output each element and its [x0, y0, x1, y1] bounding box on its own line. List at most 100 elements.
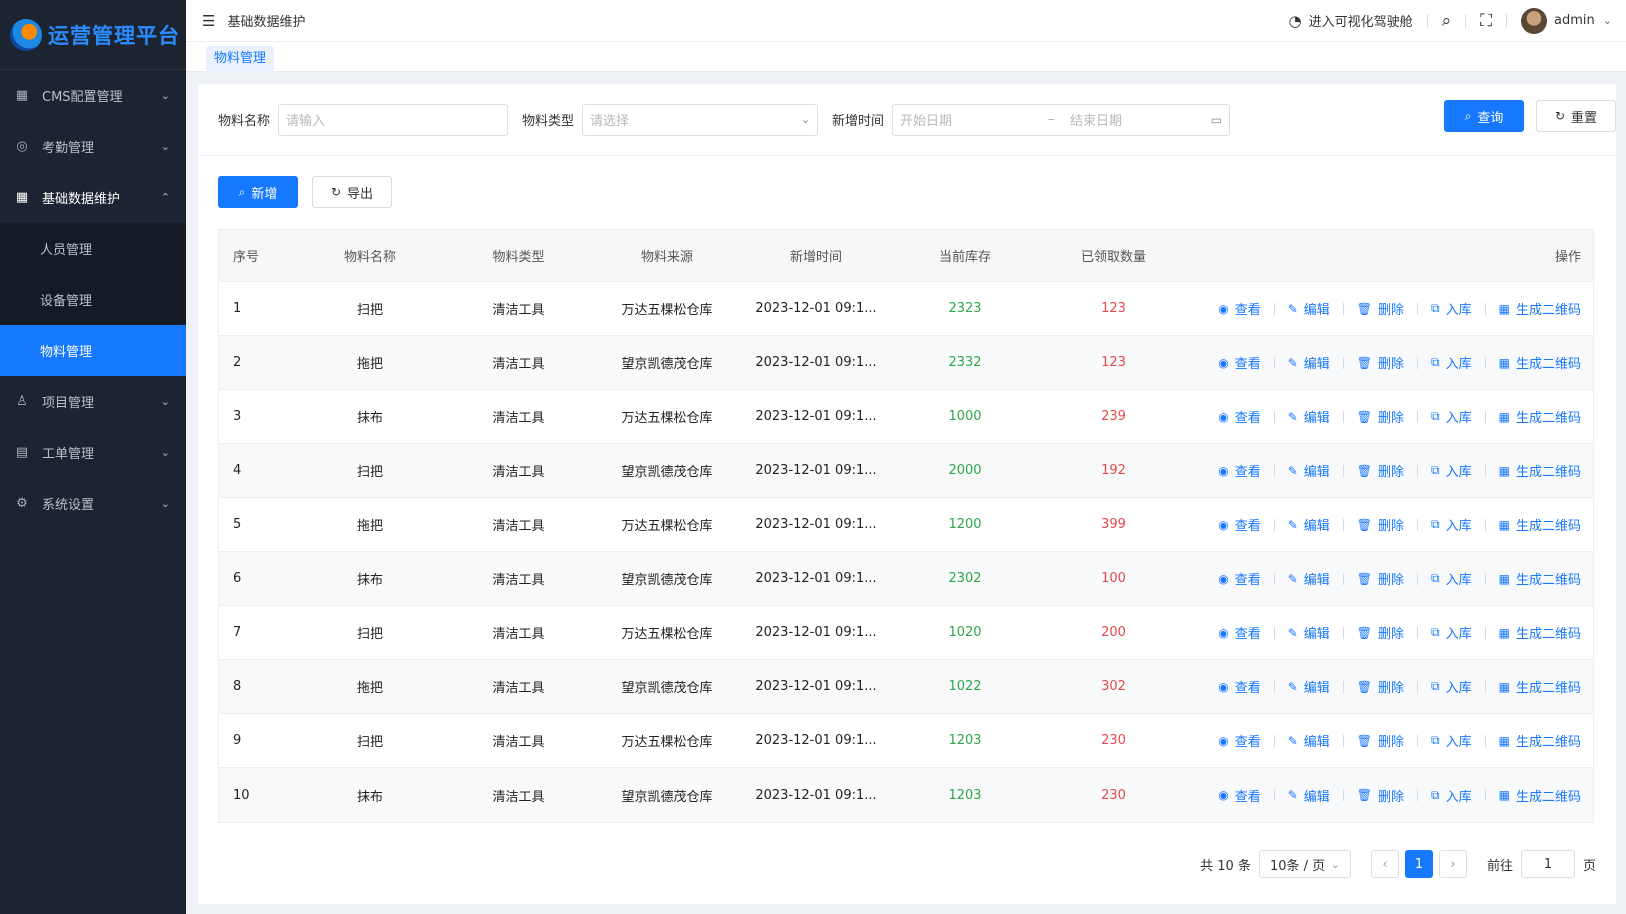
action-label: 删除 — [1378, 789, 1405, 805]
cell-name: 拖把 — [356, 681, 383, 696]
delete-button[interactable]: 🗑 删除 — [1357, 461, 1405, 481]
qrcode-button[interactable]: ▦ 生成二维码 — [1499, 407, 1581, 427]
qrcode-button[interactable]: ▦ 生成二维码 — [1499, 677, 1581, 697]
sidebar-item-attendance[interactable]: ◎ 考勤管理 ⌄ — [0, 121, 186, 172]
prev-page-button[interactable]: ‹ — [1370, 850, 1399, 878]
divider — [1484, 518, 1486, 531]
table-row: 3 抹布 清洁工具 万达五棵松仓库 2023-12-01 09:1... 1000 239 ◉… — [219, 390, 1593, 444]
delete-button[interactable]: 🗑 删除 — [1356, 407, 1404, 427]
qrcode-icon: ▦ — [1498, 788, 1510, 802]
action-label: 删除 — [1378, 465, 1405, 480]
edit-button[interactable]: ✎ 编辑 — [1288, 677, 1330, 697]
stock-in-button[interactable]: ⧉ 入库 — [1431, 677, 1472, 696]
delete-button[interactable]: 🗑 删除 — [1357, 677, 1404, 697]
material-name-placeholder: 请输入 — [286, 114, 326, 129]
edit-button[interactable]: ✎ 编辑 — [1288, 461, 1330, 481]
export-button[interactable]: ↻ 导出 — [312, 176, 392, 208]
view-button[interactable]: ◉ 查看 — [1218, 299, 1261, 319]
stock-in-button[interactable]: ⧉ 入库 — [1431, 299, 1472, 318]
view-button[interactable]: ◉ 查看 — [1218, 461, 1261, 481]
edit-button[interactable]: ✎ 编辑 — [1288, 515, 1330, 535]
view-button[interactable]: ◉ 查看 — [1218, 515, 1261, 535]
menu-fold-icon[interactable]: ☰ — [202, 12, 215, 30]
sidebar-subitem-personnel[interactable]: 人员管理 — [0, 223, 186, 274]
view-button[interactable]: ◉ 查看 — [1218, 677, 1261, 697]
delete-button[interactable]: 🗑 删除 — [1357, 623, 1405, 643]
cell-time: 2023-12-01 09:1... — [755, 625, 877, 640]
stock-in-button[interactable]: ⧉ 入库 — [1431, 786, 1472, 805]
edit-button[interactable]: ✎ 编辑 — [1288, 569, 1330, 589]
delete-button[interactable]: 🗑 删除 — [1357, 299, 1404, 319]
search-icon[interactable]: ⌕ — [1442, 11, 1452, 31]
sidebar-item-settings[interactable]: ⚙ 系统设置 ⌄ — [0, 478, 186, 529]
cell-name: 扫把 — [356, 303, 383, 318]
action-label: 删除 — [1378, 627, 1405, 642]
action-label: 生成二维码 — [1515, 519, 1581, 534]
edit-button[interactable]: ✎ 编辑 — [1288, 407, 1330, 427]
reset-button[interactable]: ↻ 重置 — [1536, 100, 1616, 132]
sidebar-subitem-equipment[interactable]: 设备管理 — [0, 274, 186, 325]
goto-label: 前往 — [1486, 858, 1513, 874]
sidebar: 运营管理平台 ▦ CMS配置管理 ⌄ ◎ 考勤管理 ⌄ ▦ 基础数据维护 ⌃ 人… — [0, 0, 186, 914]
stock-in-button[interactable]: ⧉ 入库 — [1431, 461, 1472, 480]
sidebar-item-workorders[interactable]: ▤ 工单管理 ⌄ — [0, 427, 186, 478]
page-size-value: 10条 / 页 — [1269, 858, 1326, 874]
edit-button[interactable]: ✎ 编辑 — [1288, 299, 1330, 319]
edit-button[interactable]: ✎ 编辑 — [1288, 786, 1330, 805]
qrcode-button[interactable]: ▦ 生成二维码 — [1499, 623, 1581, 643]
page-size-select[interactable]: 10条 / 页 ⌄ — [1258, 850, 1351, 878]
delete-button[interactable]: 🗑 删除 — [1357, 353, 1404, 373]
tab-materials[interactable]: 物料管理 — [206, 46, 275, 72]
view-button[interactable]: ◉ 查看 — [1218, 407, 1261, 427]
cockpit-link[interactable]: ◔ 进入可视化驾驶舱 — [1289, 11, 1413, 31]
view-button[interactable]: ◉ 查看 — [1218, 731, 1261, 751]
cell-stock: 1000 — [948, 409, 982, 424]
eye-icon: ◉ — [1218, 517, 1229, 532]
qrcode-button[interactable]: ▦ 生成二维码 — [1499, 299, 1581, 319]
edit-button[interactable]: ✎ 编辑 — [1288, 623, 1330, 643]
sidebar-subitem-materials[interactable]: 物料管理 — [0, 325, 186, 376]
view-button[interactable]: ◉ 查看 — [1218, 353, 1261, 373]
sidebar-item-cms[interactable]: ▦ CMS配置管理 ⌄ — [0, 70, 186, 121]
divider — [1342, 734, 1344, 747]
stock-in-button[interactable]: ⧉ 入库 — [1431, 515, 1472, 534]
divider — [1342, 464, 1344, 477]
stock-in-button[interactable]: ⧉ 入库 — [1431, 731, 1472, 750]
next-page-button[interactable]: › — [1438, 850, 1467, 878]
qrcode-button[interactable]: ▦ 生成二维码 — [1499, 569, 1581, 589]
date-range-picker[interactable]: 开始日期 – 结束日期 ▭ — [892, 103, 1231, 136]
view-button[interactable]: ◉ 查看 — [1218, 786, 1261, 805]
action-label: 生成二维码 — [1515, 411, 1581, 426]
stock-in-button[interactable]: ⧉ 入库 — [1431, 623, 1472, 642]
edit-button[interactable]: ✎ 编辑 — [1288, 731, 1330, 751]
edit-button[interactable]: ✎ 编辑 — [1288, 353, 1330, 373]
qrcode-button[interactable]: ▦ 生成二维码 — [1499, 786, 1581, 805]
stock-in-button[interactable]: ⧉ 入库 — [1431, 569, 1472, 588]
material-type-select[interactable]: 请选择 ⌄ — [582, 103, 819, 136]
qrcode-button[interactable]: ▦ 生成二维码 — [1499, 353, 1581, 373]
sidebar-item-basic-data[interactable]: ▦ 基础数据维护 ⌃ — [0, 172, 186, 223]
view-button[interactable]: ◉ 查看 — [1218, 623, 1261, 643]
sidebar-item-projects[interactable]: ♙ 项目管理 ⌄ — [0, 376, 186, 427]
stock-in-button[interactable]: ⧉ 入库 — [1431, 353, 1472, 372]
qrcode-button[interactable]: ▦ 生成二维码 — [1499, 461, 1581, 481]
delete-button[interactable]: 🗑 删除 — [1357, 515, 1404, 535]
eye-icon: ◉ — [1218, 679, 1229, 694]
page-number-current[interactable]: 1 — [1404, 850, 1433, 878]
qrcode-button[interactable]: ▦ 生成二维码 — [1499, 515, 1581, 535]
material-name-input[interactable]: 请输入 — [278, 103, 509, 136]
fullscreen-icon[interactable]: ⛶ — [1480, 11, 1492, 31]
divider — [1342, 302, 1344, 315]
trash-icon: 🗑 — [1356, 409, 1373, 424]
view-button[interactable]: ◉ 查看 — [1218, 569, 1261, 589]
delete-button[interactable]: 🗑 删除 — [1357, 786, 1404, 805]
user-menu[interactable]: admin ⌄ — [1521, 7, 1612, 34]
qrcode-button[interactable]: ▦ 生成二维码 — [1499, 731, 1581, 751]
delete-button[interactable]: 🗑 删除 — [1357, 569, 1404, 589]
goto-page-input[interactable]: 1 — [1520, 850, 1575, 878]
add-button[interactable]: ⌕ 新增 — [218, 176, 298, 208]
cell-stock: 1203 — [948, 733, 982, 748]
delete-button[interactable]: 🗑 删除 — [1357, 731, 1404, 751]
stock-in-button[interactable]: ⧉ 入库 — [1431, 407, 1472, 426]
query-button[interactable]: ⌕ 查询 — [1444, 100, 1524, 132]
